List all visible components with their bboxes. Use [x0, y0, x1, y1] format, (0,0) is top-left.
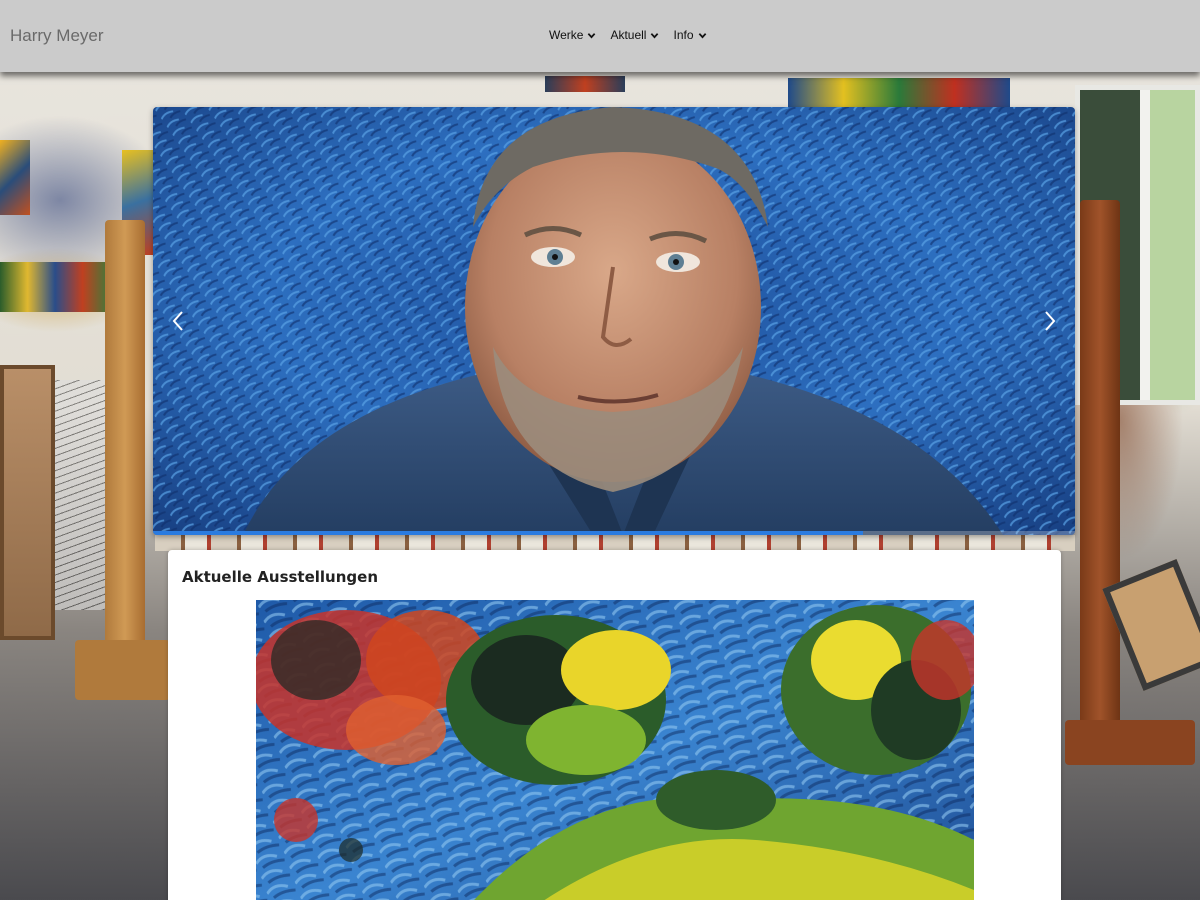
exhibitions-card: Aktuelle Ausstellungen — [168, 550, 1061, 900]
nav-item-werke[interactable]: Werke — [549, 28, 596, 42]
carousel-next-button[interactable] — [1025, 107, 1075, 535]
background-shelf — [155, 535, 1075, 551]
background-easel — [1080, 200, 1120, 760]
exhibitions-title: Aktuelle Ausstellungen — [182, 568, 379, 586]
background-painting — [545, 76, 625, 92]
navbar: Harry Meyer Werke Aktuell Info — [0, 0, 1200, 72]
carousel-progress-fill — [153, 531, 863, 535]
background-canvas — [0, 365, 55, 640]
artist-portrait-image — [153, 107, 1075, 535]
background-easel — [105, 220, 145, 700]
nav-item-label: Aktuell — [610, 28, 647, 42]
chevron-right-icon — [1045, 311, 1056, 331]
background-easel-base — [1065, 720, 1195, 765]
nav-item-info[interactable]: Info — [673, 28, 706, 42]
carousel-prev-button[interactable] — [153, 107, 203, 535]
exhibition-painting-image[interactable] — [256, 600, 974, 900]
chevron-down-icon — [698, 32, 706, 38]
nav-item-label: Werke — [549, 28, 584, 42]
background-easel-base — [75, 640, 170, 700]
nav-item-label: Info — [673, 28, 694, 42]
brand-link[interactable]: Harry Meyer — [10, 26, 104, 46]
hero-carousel — [153, 107, 1075, 535]
nav-item-aktuell[interactable]: Aktuell — [610, 28, 659, 42]
carousel-progress-bar — [153, 531, 1075, 535]
main-nav: Werke Aktuell Info — [549, 28, 707, 42]
chevron-down-icon — [651, 32, 659, 38]
background-painting — [0, 140, 30, 215]
background-painting — [788, 78, 1010, 108]
chevron-left-icon — [172, 311, 183, 331]
chevron-down-icon — [588, 32, 596, 38]
background-painting — [0, 262, 110, 312]
